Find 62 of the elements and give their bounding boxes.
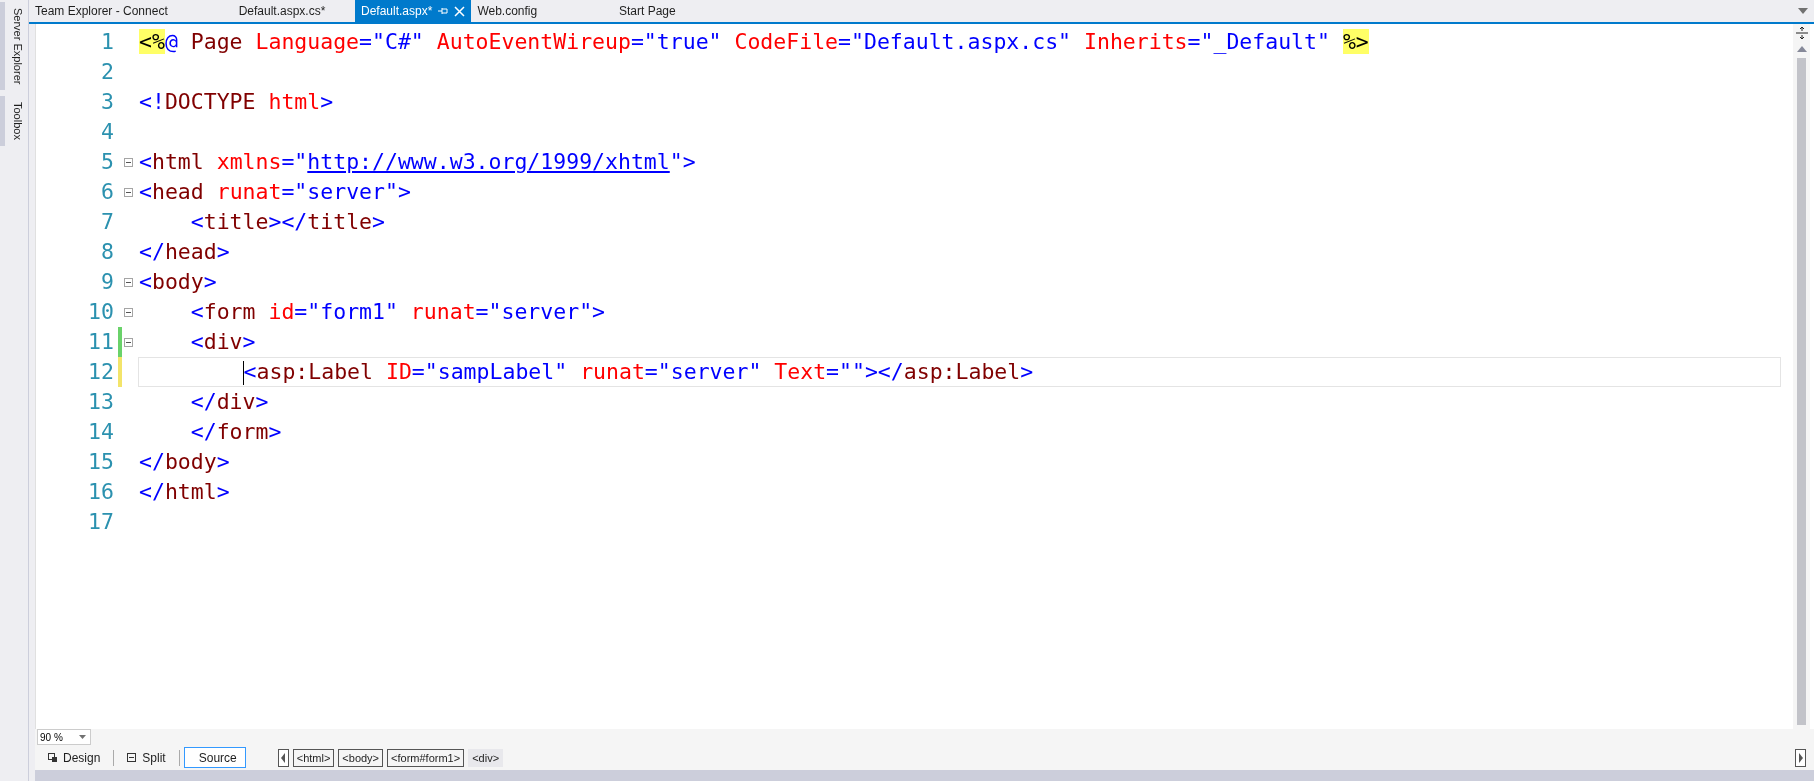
caret-icon	[79, 735, 86, 739]
tag-breadcrumb[interactable]: <div>	[468, 748, 504, 767]
scroll-left-icon[interactable]	[277, 748, 289, 767]
code-line: </head>	[138, 238, 231, 266]
document-tab[interactable]: Web.config	[471, 0, 592, 22]
line-number: 7	[100, 208, 114, 236]
collapse-icon[interactable]	[124, 307, 133, 317]
document-tab[interactable]: Start Page	[591, 0, 704, 22]
line-number: 8	[100, 238, 114, 266]
dropdown-arrow-icon[interactable]	[1798, 8, 1808, 14]
line-number: 9	[100, 268, 114, 296]
scroll-up-icon[interactable]	[1796, 46, 1807, 52]
line-number: 1	[100, 28, 114, 56]
document-tab[interactable]: Default.aspx.cs*	[209, 0, 355, 22]
line-number: 13	[87, 388, 114, 416]
code-line: <html xmlns="http://www.w3.org/1999/xhtml">	[138, 148, 697, 176]
line-number: 17	[87, 508, 114, 536]
close-icon[interactable]	[454, 5, 466, 17]
code-line: <head runat="server">	[138, 178, 412, 206]
code-line: <title></title>	[189, 208, 386, 236]
text-cursor	[242, 361, 244, 385]
code-line: <form id="form1" runat="server">	[189, 298, 607, 326]
line-number: 10	[87, 298, 114, 326]
view-button[interactable]: Design	[39, 747, 110, 768]
document-tab[interactable]: Team Explorer - Connect	[29, 0, 209, 22]
zoom-dropdown[interactable]: 90 %	[37, 729, 91, 745]
collapse-icon[interactable]	[124, 157, 133, 167]
design-icon	[48, 753, 57, 762]
pin-icon[interactable]	[438, 6, 449, 16]
split-view-icon	[127, 753, 137, 762]
line-number: 6	[100, 178, 114, 206]
collapse-icon[interactable]	[124, 187, 133, 197]
code-line: </body>	[138, 448, 231, 476]
line-number: 15	[87, 448, 114, 476]
document-tab[interactable]: Default.aspx*	[355, 0, 472, 22]
horizontal-scrollbar[interactable]	[35, 770, 1814, 781]
view-button[interactable]: Source	[183, 747, 246, 768]
tag-breadcrumb[interactable]: <form#form1>	[387, 748, 465, 767]
line-number: 11	[87, 328, 114, 356]
line-number: 14	[87, 418, 114, 446]
line-number: 4	[100, 118, 114, 146]
side-panel-tab[interactable]: Toolbox	[0, 96, 28, 147]
line-number: 3	[100, 88, 114, 116]
view-button[interactable]: Split	[118, 747, 175, 768]
line-number: 12	[87, 358, 114, 386]
tag-breadcrumb[interactable]: <body>	[338, 748, 384, 767]
collapse-icon[interactable]	[124, 337, 133, 347]
side-panel-tab[interactable]: Server Explorer	[0, 2, 28, 91]
code-line: <div>	[189, 328, 257, 356]
collapse-icon[interactable]	[124, 277, 133, 287]
scroll-right-icon[interactable]	[1795, 748, 1806, 767]
code-line: </form>	[189, 418, 283, 446]
code-line: </html>	[138, 478, 231, 506]
code-line: <!DOCTYPE html>	[138, 88, 335, 116]
code-line: </div>	[189, 388, 270, 416]
line-number: 16	[87, 478, 114, 506]
split-icon[interactable]	[1794, 26, 1809, 40]
code-line: <body>	[138, 268, 218, 296]
line-number: 5	[100, 148, 114, 176]
scrollbar-thumb[interactable]	[1797, 58, 1806, 725]
tag-breadcrumb[interactable]: <html>	[292, 748, 335, 767]
line-number: 2	[100, 58, 114, 86]
